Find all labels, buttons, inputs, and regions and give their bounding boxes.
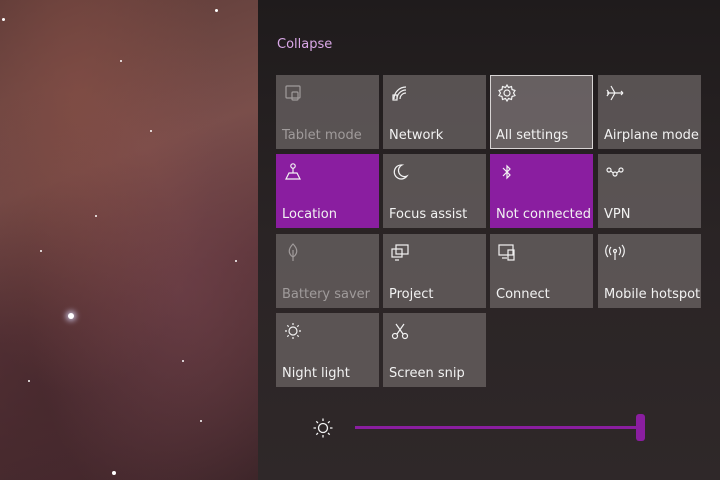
tile-all-settings[interactable]: All settings [490, 75, 593, 149]
star [182, 360, 184, 362]
tile-tablet-mode[interactable]: Tablet mode [276, 75, 379, 149]
tile-label: Mobile hotspot [604, 287, 701, 302]
star [95, 215, 97, 217]
tile-label: Connect [496, 287, 550, 302]
screen-snip-icon [390, 321, 410, 341]
tile-connect[interactable]: Connect [490, 234, 593, 308]
bluetooth-icon [497, 162, 517, 182]
tile-label: Project [389, 287, 434, 302]
battery-saver-icon [283, 242, 303, 262]
tile-vpn[interactable]: VPN [598, 154, 701, 228]
star [68, 313, 74, 319]
vpn-icon [605, 162, 625, 182]
tile-label: Tablet mode [282, 128, 362, 143]
network-icon [390, 83, 410, 103]
brightness-slider-thumb[interactable] [636, 414, 645, 441]
star [40, 250, 42, 252]
tile-battery-saver[interactable]: Battery saver [276, 234, 379, 308]
gear-icon [497, 83, 517, 103]
tile-screen-snip[interactable]: Screen snip [383, 313, 486, 387]
tile-project[interactable]: Project [383, 234, 486, 308]
tile-label: Location [282, 207, 337, 222]
tablet-mode-icon [283, 83, 303, 103]
mobile-hotspot-icon [605, 242, 625, 262]
star [200, 420, 202, 422]
collapse-link[interactable]: Collapse [277, 37, 332, 52]
star [28, 380, 30, 382]
brightness-icon [312, 417, 334, 439]
tile-label: VPN [604, 207, 631, 222]
connect-icon [497, 242, 517, 262]
tile-location[interactable]: Location [276, 154, 379, 228]
star [112, 471, 116, 475]
star [120, 60, 122, 62]
star [150, 130, 152, 132]
tile-label: Network [389, 128, 444, 143]
project-icon [390, 242, 410, 262]
tile-label: All settings [496, 128, 569, 143]
tile-label: Night light [282, 366, 350, 381]
tile-bluetooth[interactable]: Not connected [490, 154, 593, 228]
tile-label: Not connected [496, 207, 591, 222]
tile-label: Focus assist [389, 207, 468, 222]
tile-label: Airplane mode [604, 128, 699, 143]
star [2, 18, 5, 21]
tile-mobile-hotspot[interactable]: Mobile hotspot [598, 234, 701, 308]
night-light-icon [283, 321, 303, 341]
brightness-slider-track[interactable] [355, 426, 640, 429]
location-icon [283, 162, 303, 182]
tile-label: Battery saver [282, 287, 371, 302]
desktop-wallpaper [0, 0, 258, 480]
tile-network[interactable]: Network [383, 75, 486, 149]
tile-focus-assist[interactable]: Focus assist [383, 154, 486, 228]
tile-airplane-mode[interactable]: Airplane mode [598, 75, 701, 149]
star [235, 260, 237, 262]
star [215, 9, 218, 12]
airplane-icon [605, 83, 625, 103]
tile-label: Screen snip [389, 366, 465, 381]
moon-icon [390, 162, 410, 182]
tile-night-light[interactable]: Night light [276, 313, 379, 387]
